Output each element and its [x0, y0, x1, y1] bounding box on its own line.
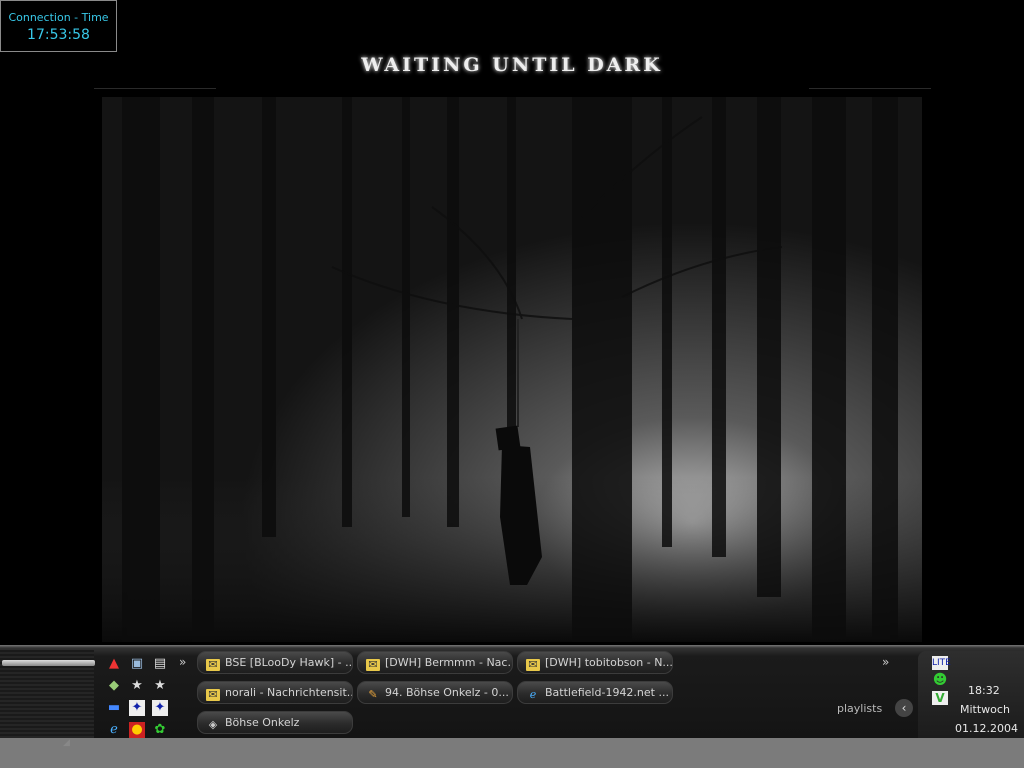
- taskbar-more-chevron-icon[interactable]: »: [882, 655, 889, 669]
- bottom-strip: [0, 738, 1024, 768]
- pen-icon: ✎: [368, 688, 378, 701]
- task-button-label: Battlefield-1942.net ...: [545, 686, 669, 699]
- task-button-label: BSE [BLooDy Hawk] - ...: [225, 656, 353, 669]
- task-button-label: Böhse Onkelz: [225, 716, 300, 729]
- task-button[interactable]: ◈ Böhse Onkelz: [197, 711, 353, 734]
- title-rule-left: [94, 88, 216, 89]
- back-arrow-icon[interactable]: ‹: [895, 699, 913, 717]
- task-button[interactable]: ✉ [DWH] tobitobson - N...: [517, 651, 673, 674]
- playlists-label[interactable]: playlists: [837, 702, 882, 715]
- folder-icon: ✉: [206, 689, 220, 701]
- wallpaper-title: WAITING UNTIL DARK: [361, 54, 663, 76]
- acrobat-icon[interactable]: ▲: [106, 656, 122, 672]
- tray-date: 01.12.2004: [955, 722, 1018, 735]
- connection-time-value: 17:53:58: [27, 27, 90, 43]
- star-icon[interactable]: ★: [129, 678, 145, 694]
- title-rule-right: [809, 88, 931, 89]
- folder-icon: ✉: [366, 659, 380, 671]
- tray-clock[interactable]: 18:32: [968, 684, 1000, 697]
- note-icon: ◈: [208, 718, 218, 731]
- connection-time-label: Connection - Time: [8, 11, 109, 24]
- arena-icon[interactable]: ▬: [106, 700, 122, 716]
- connection-time-widget: Connection - Time 17:53:58: [0, 0, 117, 52]
- monitor-icon[interactable]: ▣: [129, 656, 145, 672]
- quick-launch-more-chevron-icon[interactable]: »: [179, 655, 186, 669]
- volume-slider[interactable]: [2, 660, 95, 666]
- task-button[interactable]: ✉ norali - Nachrichtensit...: [197, 681, 353, 704]
- ie-icon[interactable]: ℯ: [106, 722, 122, 738]
- task-button[interactable]: ✉ BSE [BLooDy Hawk] - ...: [197, 651, 353, 674]
- folder-icon: ✉: [206, 659, 220, 671]
- task-button-label: [DWH] Bermmm - Nac...: [385, 656, 513, 669]
- taskbar-top-edge: [0, 645, 1024, 648]
- counter-strike-icon[interactable]: ✦: [129, 700, 145, 716]
- task-button[interactable]: ✉ [DWH] Bermmm - Nac...: [357, 651, 513, 674]
- task-button[interactable]: ℯ Battlefield-1942.net ...: [517, 681, 673, 704]
- folder-icon: ✉: [526, 659, 540, 671]
- tray-weekday: Mittwoch: [960, 703, 1010, 716]
- task-button-label: norali - Nachrichtensit...: [225, 686, 353, 699]
- counter-strike-icon[interactable]: ✦: [152, 700, 168, 716]
- icq-lite-tray-icon[interactable]: LITE: [932, 656, 951, 670]
- ie-icon: ℯ: [529, 688, 537, 701]
- hawk-icon[interactable]: ●: [129, 722, 145, 738]
- task-button-label: 94. Böhse Onkelz - 0...: [385, 686, 509, 699]
- ventrilo-icon[interactable]: V: [932, 691, 948, 705]
- wallpaper-image: [102, 97, 922, 642]
- money-icon[interactable]: ◆: [106, 678, 122, 694]
- resize-grip-icon[interactable]: ◢: [63, 738, 70, 748]
- icq-lite-icon[interactable]: ✿: [152, 722, 168, 738]
- task-button[interactable]: ✎ 94. Böhse Onkelz - 0...: [357, 681, 513, 704]
- task-button-label: [DWH] tobitobson - N...: [545, 656, 673, 669]
- document-icon[interactable]: ▤: [152, 656, 168, 672]
- star-icon[interactable]: ★: [152, 678, 168, 694]
- smiley-icon[interactable]: ☻: [932, 673, 948, 687]
